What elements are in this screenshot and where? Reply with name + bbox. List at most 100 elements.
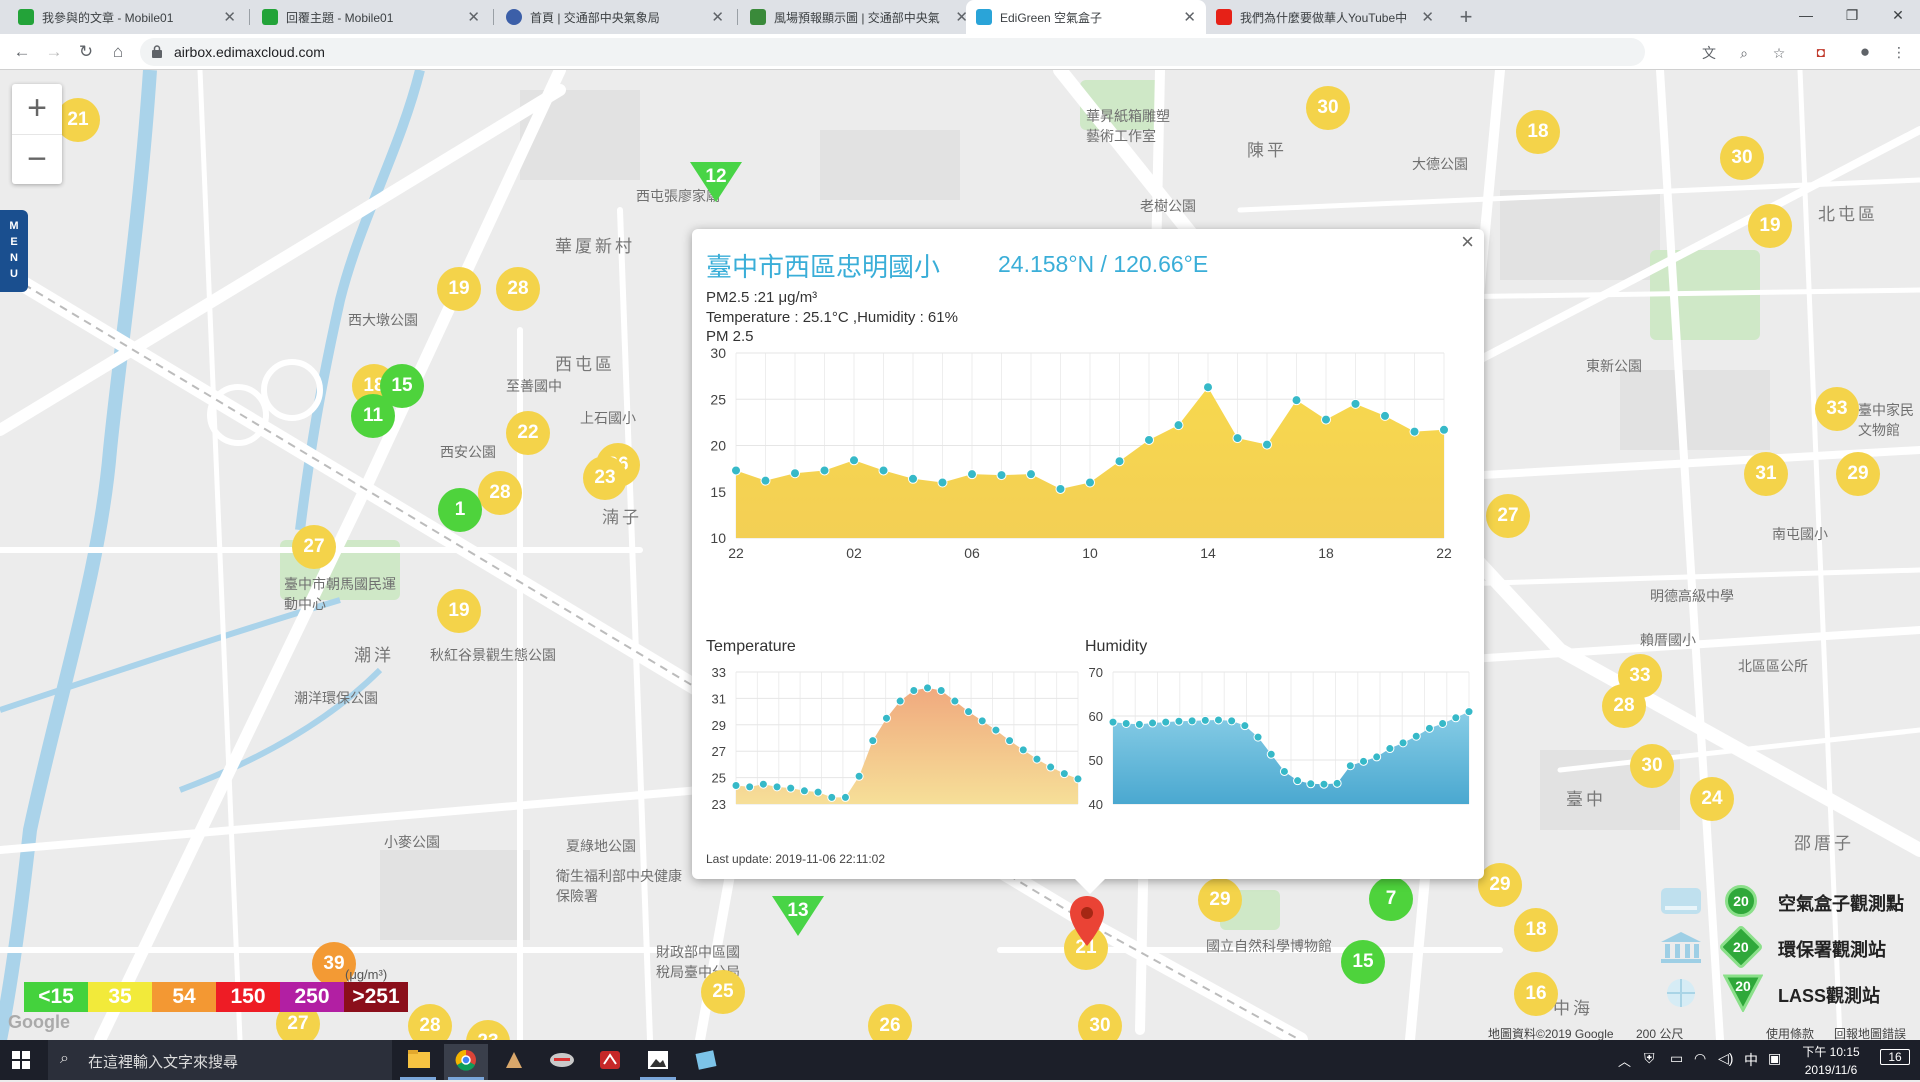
airbox-marker[interactable]: 7 [1369,877,1413,921]
battery-icon[interactable]: ▭ [1670,1050,1683,1067]
report-error-link[interactable]: 回報地圖錯誤 [1834,1025,1906,1040]
new-tab-button[interactable]: + [1453,4,1479,30]
selected-location-pin-icon[interactable] [1070,896,1104,946]
airbox-marker[interactable]: 26 [868,1004,912,1040]
scale-step: 150 [216,982,280,1012]
data-point [840,792,850,802]
lass-station-marker[interactable]: 13 [772,896,824,936]
airbox-marker[interactable]: 19 [437,589,481,633]
airbox-marker[interactable]: 19 [437,267,481,311]
airbox-marker[interactable]: 19 [1748,204,1792,248]
ime-indicator[interactable]: 中 [1744,1050,1758,1070]
tab-cwb-home[interactable]: 首頁 | 交通部中央氣象局 ✕ [496,0,734,34]
airbox-marker[interactable]: 15 [1341,940,1385,984]
airbox-marker[interactable]: 16 [1514,972,1558,1016]
airbox-marker[interactable]: 28 [496,267,540,311]
airbox-marker[interactable]: 23 [583,456,627,500]
app-icon[interactable] [540,1044,584,1080]
legend-airbox[interactable]: 20 空氣盒子觀測點 [1655,880,1920,926]
menu-kebab-icon[interactable]: ⋮ [1890,43,1908,61]
airbox-marker[interactable]: 27 [1486,494,1530,538]
translate-icon[interactable]: 文 [1700,44,1718,62]
airbox-marker[interactable]: 29 [1478,863,1522,907]
app-icon[interactable] [588,1044,632,1080]
browser-toolbar: ← → ↻ ⌂ airbox.edimaxcloud.com 文 ⌕ ☆ ◘ ●… [0,34,1920,70]
airbox-marker[interactable]: 21 [56,98,100,142]
app-icon[interactable] [492,1044,536,1080]
forward-icon[interactable]: → [42,40,66,64]
menu-tab[interactable]: MENU [0,210,28,292]
data-point [1085,477,1095,488]
taskbar-search[interactable]: ⌕ 在這裡輸入文字來搜尋 [48,1040,392,1080]
airbox-marker[interactable]: 24 [1690,777,1734,821]
close-tab-icon[interactable]: ✕ [223,8,236,26]
lass-station-marker[interactable]: 12 [690,162,742,202]
app-icon[interactable] [684,1044,728,1080]
clock[interactable]: 下午 10:15 2019/11/6 [1796,1043,1866,1077]
minimize-button[interactable]: — [1783,0,1829,34]
legend-lass[interactable]: 20 LASS觀測站 [1655,972,1920,1018]
map-scale-bar[interactable]: 200 公尺 [1636,1025,1683,1040]
place-label: 陳平 [1247,141,1287,160]
airbox-marker[interactable]: 18 [1514,908,1558,952]
close-tab-icon[interactable]: ✕ [1183,8,1196,26]
airbox-marker[interactable]: 25 [701,970,745,1014]
scale-step: 35 [88,982,152,1012]
back-icon[interactable]: ← [10,40,34,64]
close-tab-icon[interactable]: ✕ [467,8,480,26]
airbox-marker[interactable]: 30 [1306,86,1350,130]
cwb-icon [506,9,522,25]
close-tab-icon[interactable]: ✕ [1421,8,1434,26]
data-point [1424,723,1434,733]
address-bar[interactable]: airbox.edimaxcloud.com 文 ⌕ ☆ [140,38,1785,66]
airbox-marker[interactable]: 22 [506,411,550,455]
data-point [1253,732,1263,742]
airbox-marker[interactable]: 18 [1516,110,1560,154]
home-icon[interactable]: ⌂ [106,40,130,64]
airbox-marker[interactable]: 28 [1602,684,1646,728]
file-explorer-icon[interactable] [396,1044,440,1080]
airbox-marker[interactable]: 29 [1198,878,1242,922]
windows-start-icon[interactable] [12,1051,30,1069]
zoom-icon[interactable]: ⌕ [1735,44,1753,62]
airbox-marker[interactable]: 29 [1836,452,1880,496]
restore-button[interactable]: ❐ [1829,0,1875,34]
tab-youtube[interactable]: 我們為什麼要做華人YouTube中 ✕ [1206,0,1444,34]
data-point [1121,718,1131,728]
tab-mobile01-articles[interactable]: 我參與的文章 - Mobile01 ✕ [8,0,246,34]
airbox-marker[interactable]: 11 [351,394,395,438]
tab-edigreen-airbox[interactable]: EdiGreen 空氣盒子 ✕ [966,0,1206,34]
volume-icon[interactable]: ◁) [1718,1050,1733,1067]
airbox-marker[interactable]: 28 [408,1004,452,1040]
close-popup-button[interactable]: × [1461,229,1474,255]
airbox-marker[interactable]: 33 [1815,387,1859,431]
legend-epa[interactable]: 20 環保署觀測站 [1655,924,1920,972]
reload-icon[interactable]: ↻ [74,40,98,64]
photos-icon[interactable] [636,1044,680,1080]
zoom-out-button[interactable]: − [12,134,62,184]
terms-link[interactable]: 使用條款 [1766,1025,1814,1040]
extension-icon[interactable]: ◘ [1812,43,1830,61]
account-icon[interactable]: ● [1856,43,1874,61]
security-tray-icon[interactable]: ⛨ [1644,1050,1655,1067]
data-point [1266,749,1276,759]
airbox-marker[interactable]: 1 [438,488,482,532]
close-tab-icon[interactable]: ✕ [711,8,724,26]
tab-wind-forecast[interactable]: 風場預報顯示圖 | 交通部中央氣 ✕ [740,0,978,34]
tray-overflow-icon[interactable]: ︿ [1618,1051,1631,1070]
airbox-marker[interactable]: 30 [1720,136,1764,180]
tab-mobile01-reply[interactable]: 回覆主題 - Mobile01 ✕ [252,0,490,34]
bookmark-star-icon[interactable]: ☆ [1770,44,1788,62]
window-close-button[interactable]: ✕ [1875,0,1920,34]
airbox-marker[interactable]: 28 [478,471,522,515]
airbox-marker[interactable]: 31 [1744,452,1788,496]
airbox-marker[interactable]: 30 [1078,1004,1122,1040]
zoom-in-button[interactable]: + [12,84,62,134]
data-point [854,771,864,781]
chrome-icon[interactable] [444,1044,488,1080]
keyboard-icon[interactable]: ▣ [1768,1050,1781,1067]
airbox-marker[interactable]: 27 [292,525,336,569]
wifi-icon[interactable]: ◠ [1694,1050,1706,1067]
notification-center-icon[interactable]: 16 [1880,1049,1910,1065]
airbox-marker[interactable]: 30 [1630,744,1674,788]
